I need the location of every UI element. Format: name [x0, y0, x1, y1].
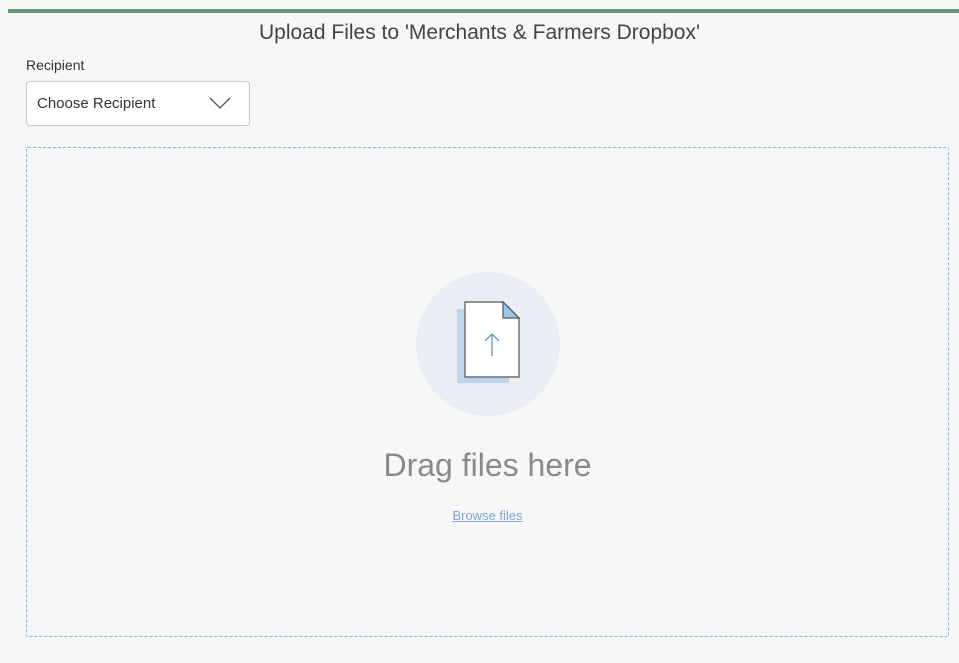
recipient-dropdown[interactable]: Choose Recipient — [26, 81, 250, 126]
recipient-selected-value: Choose Recipient — [37, 95, 156, 112]
chevron-down-icon — [209, 97, 231, 109]
browse-files-container: Browse files — [27, 508, 948, 523]
file-drop-zone[interactable]: Drag files here Browse files — [26, 147, 949, 637]
page-title: Upload Files to 'Merchants & Farmers Dro… — [258, 21, 700, 44]
drag-files-text: Drag files here — [383, 447, 592, 483]
file-upload-icon — [457, 300, 521, 383]
recipient-label: Recipient — [26, 57, 85, 73]
header-accent-bar — [8, 9, 959, 13]
upload-illustration — [416, 272, 560, 416]
browse-files-link[interactable]: Browse files — [452, 508, 522, 523]
